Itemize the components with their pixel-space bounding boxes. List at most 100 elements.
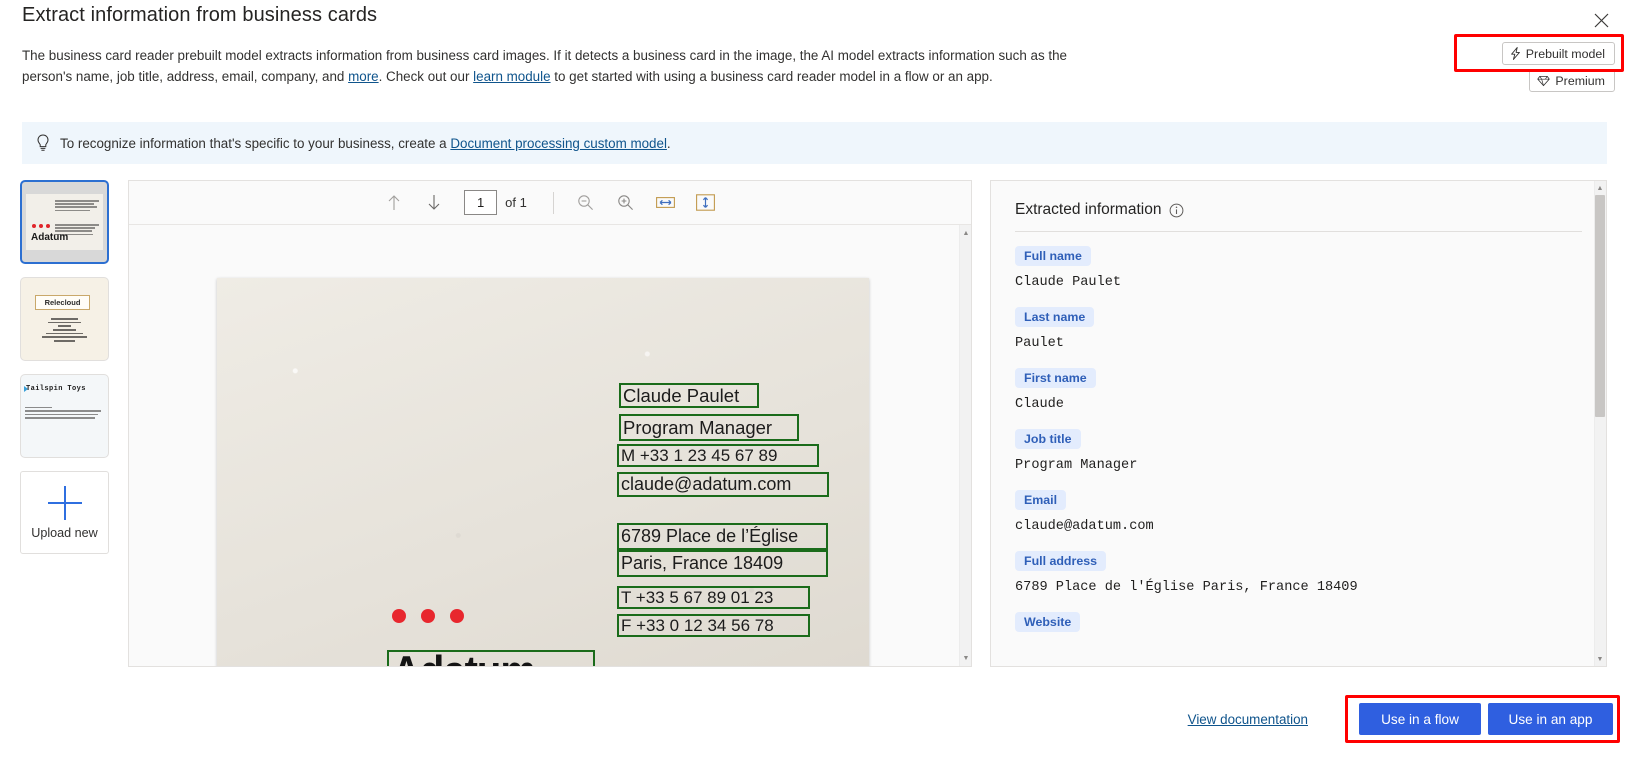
dialog-footer: View documentation Use in a flow Use in …: [0, 686, 1629, 776]
info-text-1: To recognize information that's specific…: [60, 135, 451, 151]
extracted-scroll-up-icon[interactable]: ▲: [1594, 182, 1606, 194]
thumbnail-tailspin-label: Tailspin Toys: [26, 385, 86, 393]
intro-text-2: . Check out our: [378, 69, 474, 84]
card-logo-dots: [392, 609, 464, 623]
preview-canvas[interactable]: Adatum Claude Paulet Program Manager M +33…: [129, 225, 971, 666]
learn-module-link[interactable]: learn module: [473, 69, 550, 84]
extracted-field: Full address 6789 Place de l'Église Paris…: [1015, 551, 1582, 595]
extracted-content: Extracted information Full name Claude Pa…: [991, 181, 1606, 632]
model-badges: Prebuilt model Premium: [1501, 42, 1615, 92]
extracted-field: Website: [1015, 612, 1582, 632]
plus-icon: [47, 485, 82, 520]
lightbulb-icon: [37, 134, 49, 151]
use-in-an-app-button[interactable]: Use in an app: [1488, 703, 1613, 735]
extracted-field: Email claude@adatum.com: [1015, 490, 1582, 534]
thumb-dots: [32, 224, 50, 228]
extracted-fields-list: Full name Claude Paulet Last name Paulet Fir…: [1015, 246, 1582, 632]
extracted-vertical-scrollbar[interactable]: ▲ ▼: [1594, 181, 1606, 666]
page-total-label: of 1: [505, 195, 527, 210]
diamond-icon: [1537, 75, 1551, 86]
preview-toolbar: of 1: [129, 181, 971, 225]
ocr-box-2[interactable]: M +33 1 23 45 67 89: [617, 444, 819, 467]
custom-model-link[interactable]: Document processing custom model: [450, 136, 667, 151]
field-label: Job title: [1015, 429, 1081, 449]
info-banner-text: To recognize information that's specific…: [60, 136, 671, 151]
extracted-scroll-thumb[interactable]: [1595, 195, 1605, 417]
field-value: Claude Paulet: [1015, 275, 1122, 290]
thumbnail-list: Adatum Relecloud Tailspin Toys Upload ne…: [20, 180, 110, 554]
fit-width-icon: [656, 197, 676, 208]
zoom-in-button[interactable]: [611, 188, 641, 218]
thumb2-text-lines: [36, 318, 93, 344]
thumbnail-adatum-image: Adatum: [26, 194, 103, 250]
thumbnail-adatum-label: Adatum: [31, 232, 69, 243]
fit-page-icon: [696, 194, 716, 211]
field-value: Program Manager: [1015, 458, 1138, 473]
document-preview-panel: of 1: [128, 180, 972, 667]
field-value: claude@adatum.com: [1015, 519, 1154, 534]
thumbnail-adatum[interactable]: Adatum: [20, 180, 109, 264]
field-label: Full name: [1015, 246, 1091, 266]
next-page-button[interactable]: [419, 188, 449, 218]
zoom-out-button[interactable]: [571, 188, 601, 218]
prebuilt-model-label: Prebuilt model: [1525, 46, 1605, 61]
thumbnail-relecloud-label: Relecloud: [35, 295, 90, 310]
close-button[interactable]: [1587, 6, 1615, 34]
ocr-box-5[interactable]: Paris, France 18409: [617, 550, 828, 577]
previous-page-button[interactable]: [379, 188, 409, 218]
use-in-a-flow-button[interactable]: Use in a flow: [1359, 703, 1481, 735]
close-icon: [1594, 13, 1608, 27]
thumbnail-relecloud-image: Relecloud: [21, 278, 108, 360]
scroll-down-arrow-icon[interactable]: ▼: [960, 652, 971, 664]
upload-new-button[interactable]: Upload new: [20, 471, 109, 554]
lightning-bolt-icon: [1510, 47, 1520, 60]
thumbnail-tailspin-image: Tailspin Toys: [21, 375, 108, 457]
fit-page-button[interactable]: [691, 188, 721, 218]
zoom-out-icon: [578, 195, 594, 210]
premium-badge[interactable]: Premium: [1529, 69, 1615, 92]
info-circle-icon[interactable]: [1169, 203, 1184, 218]
upload-new-label: Upload new: [31, 525, 98, 540]
field-value: 6789 Place de l'Église Paris, France 184…: [1015, 580, 1358, 595]
arrow-up-icon: [388, 195, 400, 210]
field-value: Claude: [1015, 397, 1064, 412]
field-label: First name: [1015, 368, 1096, 388]
ocr-box-1[interactable]: Program Manager: [619, 414, 799, 441]
field-label: Email: [1015, 490, 1067, 510]
ocr-box-4[interactable]: 6789 Place de l’Église: [617, 523, 828, 550]
extracted-field: Full name Claude Paulet: [1015, 246, 1582, 290]
field-value: Paulet: [1015, 336, 1064, 351]
scroll-up-arrow-icon[interactable]: ▲: [960, 227, 971, 239]
thumbnail-tailspin-toys[interactable]: Tailspin Toys: [20, 374, 109, 458]
info-text-2: .: [666, 135, 671, 151]
toolbar-divider: [552, 191, 554, 214]
thumb-text-lines: [55, 200, 99, 213]
ocr-box-6[interactable]: T +33 5 67 89 01 23: [617, 586, 810, 609]
page-number-input[interactable]: [464, 190, 498, 215]
field-label: Full address: [1015, 551, 1106, 571]
ocr-box-7[interactable]: F +33 0 12 34 56 78: [617, 614, 810, 637]
field-label: Website: [1015, 612, 1081, 632]
extracted-scroll-down-icon[interactable]: ▼: [1594, 653, 1606, 665]
more-link[interactable]: more: [348, 69, 379, 84]
extracted-information-panel: Extracted information Full name Claude Pa…: [990, 180, 1607, 667]
info-banner: To recognize information that's specific…: [22, 122, 1607, 164]
intro-paragraph: The business card reader prebuilt model …: [22, 45, 1067, 87]
ocr-box-0[interactable]: Claude Paulet: [619, 383, 759, 408]
field-label: Last name: [1015, 307, 1095, 327]
extracted-header: Extracted information: [1015, 201, 1582, 231]
intro-text-3: to get started with using a business car…: [550, 69, 993, 84]
thumbnail-relecloud[interactable]: Relecloud: [20, 277, 109, 361]
preview-vertical-scrollbar[interactable]: ▲ ▼: [959, 225, 971, 666]
ocr-box-company[interactable]: Adatum: [387, 650, 595, 666]
zoom-in-icon: [618, 195, 634, 210]
thumb3-text-lines: [25, 407, 104, 421]
ocr-box-3[interactable]: claude@adatum.com: [617, 472, 829, 497]
fit-width-button[interactable]: [651, 188, 681, 218]
extracted-field: First name Claude: [1015, 368, 1582, 412]
business-card-image: Adatum Claude Paulet Program Manager M +33…: [217, 278, 869, 666]
extracted-field: Job title Program Manager: [1015, 429, 1582, 473]
prebuilt-model-badge[interactable]: Prebuilt model: [1501, 42, 1615, 65]
page-title: Extract information from business cards: [22, 4, 378, 26]
view-documentation-link[interactable]: View documentation: [1188, 712, 1308, 727]
